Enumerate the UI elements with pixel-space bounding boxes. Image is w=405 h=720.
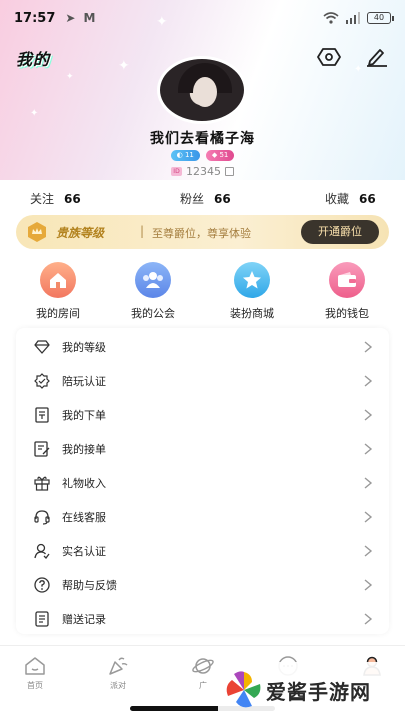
stats-row: 关注 66 粉丝 66 收藏 66	[0, 188, 405, 208]
chevron-right-icon	[364, 545, 373, 557]
sparkle-icon: ✦	[354, 64, 363, 75]
quick-my-guild[interactable]: 我的公会	[113, 262, 193, 321]
help-icon	[34, 577, 50, 593]
watermark-logo-icon	[226, 671, 261, 708]
sparkle-icon: ✦	[118, 58, 130, 74]
quick-dress-shop[interactable]: 装扮商城	[212, 262, 292, 321]
stat-fans[interactable]: 粉丝 66	[180, 190, 231, 207]
chevron-right-icon	[364, 477, 373, 489]
quick-my-wallet[interactable]: 我的钱包	[307, 262, 387, 321]
chevron-right-icon	[364, 579, 373, 591]
menu-item-my-orders[interactable]: 我的下单	[16, 398, 389, 432]
user-id-row: ID 12345	[0, 165, 405, 178]
wallet-icon	[329, 262, 365, 298]
quick-my-room[interactable]: 我的房间	[18, 262, 98, 321]
copy-icon[interactable]	[225, 167, 234, 176]
edit-profile-button[interactable]	[364, 44, 390, 70]
chevron-right-icon	[364, 613, 373, 625]
vip-separator: |	[140, 224, 145, 238]
menu-item-real-name[interactable]: 实名认证	[16, 534, 389, 568]
charm-badge: ◆ 51	[205, 150, 235, 161]
chevron-right-icon	[364, 341, 373, 353]
chevron-right-icon	[364, 375, 373, 387]
menu-item-gift-records[interactable]: 赠送记录	[16, 602, 389, 636]
quick-actions: 我的房间 我的公会 装扮商城 我的钱包	[0, 262, 405, 322]
sparkle-icon: ✦	[66, 72, 74, 82]
battery-icon: 40	[367, 12, 394, 24]
open-vip-button[interactable]: 开通爵位	[301, 220, 379, 244]
receive-order-icon	[34, 441, 50, 457]
watermark: 爱酱手游网	[218, 662, 405, 720]
menu-item-online-service[interactable]: 在线客服	[16, 500, 389, 534]
status-time: 17:57	[14, 10, 56, 26]
visibility-button[interactable]	[316, 44, 342, 70]
chevron-right-icon	[364, 511, 373, 523]
vip-banner[interactable]: 贵族等级 | 至尊爵位，尊享体验 开通爵位	[16, 215, 389, 249]
tab-home[interactable]: 首页	[5, 654, 65, 691]
diamond-icon	[34, 339, 50, 355]
menu-item-gift-income[interactable]: 礼物收入	[16, 466, 389, 500]
id-user-icon	[34, 543, 50, 559]
status-bar: 17:57 ➤ M 40	[0, 0, 405, 36]
id-icon: ID	[171, 167, 182, 176]
telegram-icon: ➤	[65, 11, 76, 25]
verified-badge-icon	[34, 373, 50, 389]
menu-list: 我的等级 陪玩认证 我的下单 我的接单 礼物收入 在线客服 实名认证 帮助与反馈	[16, 328, 389, 634]
eye-icon	[317, 48, 341, 66]
username: 我们去看橘子海	[150, 131, 255, 147]
tab-party[interactable]: 派对	[88, 654, 148, 691]
page-title: 我的	[16, 50, 51, 69]
menu-item-help-feedback[interactable]: 帮助与反馈	[16, 568, 389, 602]
stat-favorites[interactable]: 收藏 66	[325, 190, 376, 207]
party-icon	[106, 654, 130, 678]
gift-icon	[34, 475, 50, 491]
home-icon	[40, 262, 76, 298]
watermark-text: 爱酱手游网	[266, 680, 371, 704]
level-badge: ◐ 11	[170, 150, 200, 161]
sparkle-icon: ✦	[156, 14, 168, 30]
stat-following[interactable]: 关注 66	[30, 190, 81, 207]
wifi-icon	[323, 12, 339, 24]
signal-icon	[346, 12, 360, 24]
edit-icon	[367, 49, 387, 67]
mail-icon: M	[83, 11, 96, 25]
headset-icon	[34, 509, 50, 525]
record-icon	[34, 611, 50, 627]
chevron-right-icon	[364, 409, 373, 421]
vip-description: 至尊爵位，尊享体验	[152, 227, 251, 240]
planet-icon	[191, 654, 215, 678]
avatar[interactable]	[157, 56, 247, 124]
group-icon	[135, 262, 171, 298]
menu-item-my-level[interactable]: 我的等级	[16, 330, 389, 364]
crown-badge-icon	[28, 222, 46, 242]
menu-item-received-orders[interactable]: 我的接单	[16, 432, 389, 466]
vip-title: 贵族等级	[56, 226, 105, 240]
star-icon	[234, 262, 270, 298]
home-tab-icon	[23, 654, 47, 678]
sparkle-icon: ✦	[30, 108, 39, 119]
user-badges: ◐ 11 ◆ 51	[0, 150, 405, 161]
chevron-right-icon	[364, 443, 373, 455]
menu-item-companion-verify[interactable]: 陪玩认证	[16, 364, 389, 398]
user-id: 12345	[186, 165, 221, 178]
order-icon	[34, 407, 50, 423]
